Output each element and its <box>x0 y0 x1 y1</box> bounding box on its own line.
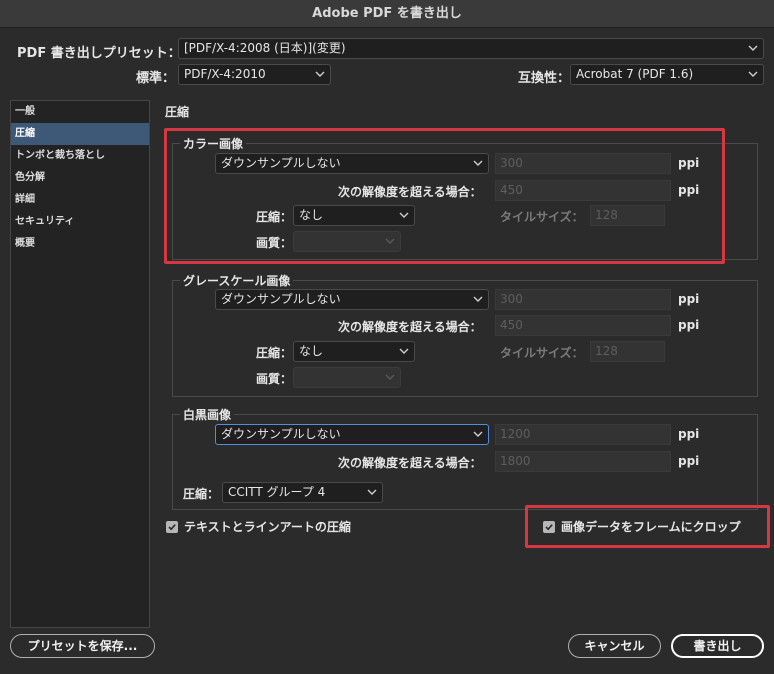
standard-select-value: PDF/X-4:2010 <box>184 67 266 81</box>
monochrome-compression-value: CCITT グループ 4 <box>228 485 326 499</box>
compress-text-checkbox[interactable]: テキストとラインアートの圧縮 <box>166 518 351 535</box>
sidebar-item-security[interactable]: セキュリティ <box>11 211 149 233</box>
monochrome-above-label: 次の解像度を超える場合： <box>338 456 482 470</box>
monochrome-above-field[interactable]: 1800 <box>495 451 671 472</box>
grayscale-tile-field[interactable]: 128 <box>590 341 665 362</box>
grayscale-compression-value: なし <box>299 344 324 358</box>
grayscale-compression-label: 圧縮： <box>256 346 293 360</box>
grayscale-ppi-field[interactable]: 300 <box>495 289 671 310</box>
checkmark-icon <box>166 520 178 533</box>
chevron-down-icon <box>473 425 483 444</box>
cancel-button[interactable]: キャンセル <box>568 634 661 658</box>
monochrome-compression-label: 圧縮： <box>183 487 220 501</box>
grayscale-compression-select[interactable]: なし <box>293 341 415 362</box>
monochrome-compression-select[interactable]: CCITT グループ 4 <box>222 482 383 503</box>
sidebar-item-summary[interactable]: 概要 <box>11 233 149 255</box>
compat-select[interactable]: Acrobat 7 (PDF 1.6) <box>570 64 764 85</box>
compat-label: 互換性： <box>518 71 571 86</box>
grayscale-above-label: 次の解像度を超える場合： <box>338 320 482 334</box>
chevron-down-icon <box>473 290 483 309</box>
sidebar: 一般 圧縮 トンボと裁ち落とし 色分解 詳細 セキュリティ 概要 <box>10 100 150 628</box>
grayscale-above-field[interactable]: 450 <box>495 315 671 336</box>
chevron-down-icon <box>399 342 409 361</box>
chevron-down-icon <box>367 483 377 502</box>
window-title: Adobe PDF を書き出し <box>0 0 774 28</box>
standard-label: 標準： <box>136 71 176 86</box>
grayscale-quality-label: 画質： <box>256 372 293 386</box>
sidebar-item-marks-bleeds[interactable]: トンボと裁ち落とし <box>11 145 149 167</box>
grayscale-downsample-select[interactable]: ダウンサンプルしない <box>215 289 489 310</box>
monochrome-images-title: 白黒画像 <box>180 406 235 423</box>
chevron-down-icon <box>315 65 325 84</box>
standard-select[interactable]: PDF/X-4:2010 <box>178 64 331 85</box>
chevron-down-icon <box>748 39 758 58</box>
export-button[interactable]: 書き出し <box>671 634 764 658</box>
preset-select[interactable]: [PDF/X-4:2008 (日本)](変更) <box>178 38 764 59</box>
grayscale-above-unit: ppi <box>678 318 700 332</box>
sidebar-item-compression[interactable]: 圧縮 <box>11 123 149 145</box>
sidebar-item-advanced[interactable]: 詳細 <box>11 189 149 211</box>
sidebar-item-output[interactable]: 色分解 <box>11 167 149 189</box>
color-images-highlight <box>164 128 725 264</box>
monochrome-above-unit: ppi <box>678 454 700 468</box>
monochrome-downsample-select[interactable]: ダウンサンプルしない <box>215 424 489 445</box>
compat-select-value: Acrobat 7 (PDF 1.6) <box>576 67 694 81</box>
grayscale-downsample-value: ダウンサンプルしない <box>221 292 341 306</box>
compress-text-label: テキストとラインアートの圧縮 <box>184 520 351 534</box>
grayscale-tile-label: タイルサイズ： <box>500 346 584 360</box>
preset-select-value: [PDF/X-4:2008 (日本)](変更) <box>184 41 346 55</box>
chevron-down-icon <box>748 65 758 84</box>
crop-image-highlight <box>525 505 770 548</box>
page-title: 圧縮 <box>165 105 190 119</box>
grayscale-quality-select[interactable] <box>293 367 401 388</box>
grayscale-ppi-unit: ppi <box>678 292 700 306</box>
sidebar-item-general[interactable]: 一般 <box>11 101 149 123</box>
grayscale-images-title: グレースケール画像 <box>180 272 294 289</box>
chevron-down-icon <box>385 368 395 387</box>
monochrome-ppi-unit: ppi <box>678 427 700 441</box>
monochrome-ppi-field[interactable]: 1200 <box>495 424 671 445</box>
save-preset-button[interactable]: プリセットを保存... <box>10 634 155 658</box>
preset-label: PDF 書き出しプリセット： <box>17 46 181 61</box>
monochrome-downsample-value: ダウンサンプルしない <box>221 427 341 441</box>
